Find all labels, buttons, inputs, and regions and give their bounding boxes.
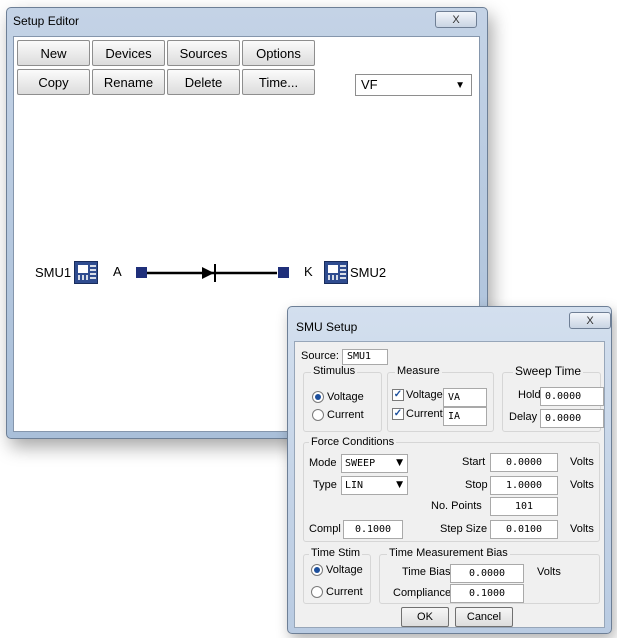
smu1-instrument-icon[interactable] — [74, 261, 98, 284]
smu2-label: SMU2 — [350, 265, 387, 280]
time-bias-unit: Volts — [537, 566, 561, 578]
window-title: Setup Editor — [13, 14, 80, 28]
measure-current-name[interactable]: IA — [443, 407, 487, 426]
measure-voltage-checkbox[interactable]: ✓ — [392, 389, 404, 401]
delay-input[interactable]: 0.0000 — [540, 409, 604, 428]
no-points-input[interactable]: 101 — [490, 497, 558, 516]
stop-unit: Volts — [570, 479, 594, 491]
time-button[interactable]: Time... — [242, 69, 315, 95]
type-select[interactable]: LIN ▼ — [341, 476, 408, 495]
stimulus-label: Stimulus — [311, 365, 358, 377]
compliance-label: Compliance — [393, 587, 452, 599]
close-icon: X — [586, 314, 594, 327]
compl-label: Compl — [309, 523, 341, 535]
stimulus-voltage-radio[interactable] — [312, 391, 324, 403]
diode-symbol — [136, 264, 289, 282]
stimulus-current-radio[interactable] — [312, 409, 324, 421]
measure-voltage-label: Voltage — [406, 389, 443, 401]
time-stim-voltage-label: Voltage — [326, 564, 363, 576]
time-stim-voltage-radio[interactable] — [311, 564, 323, 576]
anode-terminal[interactable] — [136, 267, 147, 278]
chevron-down-icon: ▼ — [455, 80, 465, 91]
rename-button[interactable]: Rename — [92, 69, 165, 95]
type-value: LIN — [345, 480, 364, 491]
time-bias-input[interactable]: 0.0000 — [450, 564, 524, 583]
start-unit: Volts — [570, 456, 594, 468]
sweep-time-label: Sweep Time — [513, 364, 584, 378]
cathode-terminal[interactable] — [278, 267, 289, 278]
stop-input[interactable]: 1.0000 — [490, 476, 558, 495]
setup-select-value: VF — [361, 77, 378, 92]
time-bias-label: Time Bias — [402, 566, 451, 578]
dialog-body: Source: SMU1 Stimulus Voltage Current Me… — [294, 341, 605, 628]
sources-button[interactable]: Sources — [167, 40, 240, 66]
stimulus-voltage-label: Voltage — [327, 391, 364, 403]
mode-value: SWEEP — [345, 458, 376, 469]
chevron-down-icon: ▼ — [396, 458, 403, 468]
options-button[interactable]: Options — [242, 40, 315, 66]
time-bias-group-label: Time Measurement Bias — [387, 547, 510, 559]
step-size-label: Step Size — [440, 523, 488, 535]
type-label: Type — [313, 479, 337, 491]
cancel-button[interactable]: Cancel — [455, 607, 513, 627]
close-icon: X — [452, 13, 460, 26]
smu2-instrument-icon[interactable] — [324, 261, 348, 284]
devices-button[interactable]: Devices — [92, 40, 165, 66]
close-button[interactable]: X — [435, 11, 477, 28]
setup-select[interactable]: VF ▼ — [355, 74, 472, 96]
no-points-label: No. Points — [431, 500, 482, 512]
measure-voltage-name[interactable]: VA — [443, 388, 487, 407]
smu1-label: SMU1 — [35, 265, 72, 280]
dialog-title: SMU Setup — [296, 320, 358, 334]
delete-button[interactable]: Delete — [167, 69, 240, 95]
source-value: SMU1 — [342, 349, 388, 365]
compliance-input[interactable]: 0.1000 — [450, 584, 524, 603]
mode-select[interactable]: SWEEP ▼ — [341, 454, 408, 473]
time-stim-current-label: Current — [326, 586, 363, 598]
delay-label: Delay — [509, 411, 538, 423]
hold-label: Hold — [518, 389, 541, 401]
time-stim-label: Time Stim — [309, 547, 363, 559]
time-stim-current-radio[interactable] — [311, 586, 323, 598]
ok-button[interactable]: OK — [401, 607, 449, 627]
start-input[interactable]: 0.0000 — [490, 453, 558, 472]
stop-label: Stop — [465, 479, 488, 491]
smu-setup-dialog: SMU Setup X Source: SMU1 Stimulus Voltag… — [287, 306, 612, 634]
measure-current-checkbox[interactable]: ✓ — [392, 408, 404, 420]
stimulus-current-label: Current — [327, 409, 364, 421]
copy-button[interactable]: Copy — [17, 69, 90, 95]
compl-input[interactable]: 0.1000 — [343, 520, 403, 539]
force-conditions-label: Force Conditions — [309, 436, 397, 448]
measure-label: Measure — [395, 365, 442, 377]
close-button[interactable]: X — [569, 312, 611, 329]
mode-label: Mode — [309, 457, 337, 469]
hold-input[interactable]: 0.0000 — [540, 387, 604, 406]
measure-current-label: Current — [406, 408, 443, 420]
start-label: Start — [462, 456, 486, 468]
step-size-unit: Volts — [570, 523, 594, 535]
new-button[interactable]: New — [17, 40, 90, 66]
anode-label: A — [113, 264, 122, 279]
step-size-input[interactable]: 0.0100 — [490, 520, 558, 539]
cathode-label: K — [304, 264, 313, 279]
chevron-down-icon: ▼ — [396, 480, 403, 490]
source-label: Source: — [301, 350, 339, 362]
